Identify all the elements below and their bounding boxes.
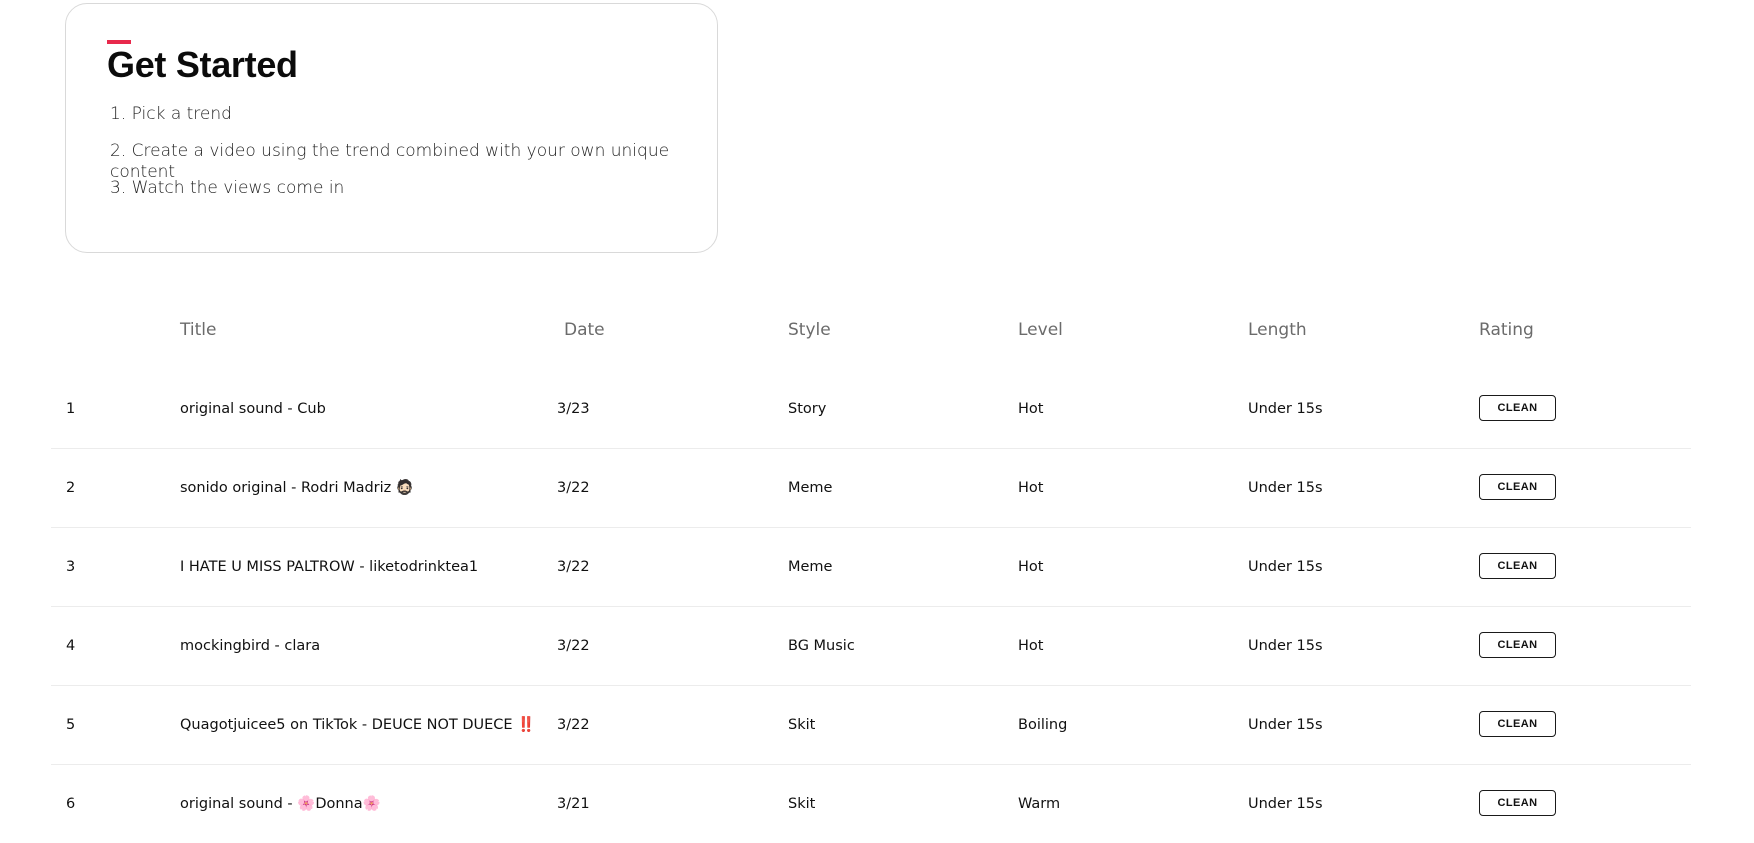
rating-badge[interactable]: CLEAN: [1479, 790, 1556, 816]
row-date: 3/23: [557, 401, 590, 417]
step-3: 3. Watch the views come in: [110, 178, 345, 198]
row-date: 3/22: [557, 559, 590, 575]
row-number: 6: [66, 796, 76, 812]
step-1: 1. Pick a trend: [110, 104, 232, 124]
rating-badge[interactable]: CLEAN: [1479, 553, 1556, 579]
header-level[interactable]: Level: [1018, 320, 1063, 340]
header-rating[interactable]: Rating: [1479, 320, 1534, 340]
row-date: 3/22: [557, 480, 590, 496]
get-started-title: Get Started: [107, 44, 298, 85]
row-level: Hot: [1018, 401, 1044, 417]
row-number: 2: [66, 480, 76, 496]
table-row[interactable]: 1 original sound - Cub 3/23 Story Hot Un…: [51, 370, 1691, 449]
row-level: Hot: [1018, 480, 1044, 496]
table-header: Title Date Style Level Length Rating: [51, 300, 1691, 370]
row-style: Story: [788, 401, 827, 417]
rating-badge[interactable]: CLEAN: [1479, 632, 1556, 658]
row-title[interactable]: original sound - 🌸Donna🌸: [180, 765, 381, 843]
row-date: 3/21: [557, 796, 590, 812]
row-title[interactable]: sonido original - Rodri Madriz 🧔🏻: [180, 449, 414, 527]
rating-badge[interactable]: CLEAN: [1479, 395, 1556, 421]
row-length: Under 15s: [1248, 638, 1323, 654]
row-style: Meme: [788, 559, 833, 575]
row-style: BG Music: [788, 638, 855, 654]
row-title[interactable]: original sound - Cub: [180, 370, 326, 448]
row-style: Skit: [788, 717, 816, 733]
table-row[interactable]: 5 Quagotjuicee5 on TikTok - DEUCE NOT DU…: [51, 686, 1691, 765]
row-number: 1: [66, 401, 76, 417]
header-style[interactable]: Style: [788, 320, 831, 340]
row-level: Warm: [1018, 796, 1061, 812]
row-date: 3/22: [557, 638, 590, 654]
table-row[interactable]: 3 I HATE U MISS PALTROW - liketodrinktea…: [51, 528, 1691, 607]
row-length: Under 15s: [1248, 559, 1323, 575]
row-style: Meme: [788, 480, 833, 496]
row-length: Under 15s: [1248, 401, 1323, 417]
row-level: Hot: [1018, 638, 1044, 654]
get-started-steps: 1. Pick a trend 2. Create a video using …: [110, 104, 717, 215]
get-started-card: Get Started 1. Pick a trend 2. Create a …: [65, 3, 718, 253]
row-title[interactable]: Quagotjuicee5 on TikTok - DEUCE NOT DUEC…: [180, 686, 535, 764]
row-title[interactable]: mockingbird - clara: [180, 607, 320, 685]
table-row[interactable]: 4 mockingbird - clara 3/22 BG Music Hot …: [51, 607, 1691, 686]
rating-badge[interactable]: CLEAN: [1479, 474, 1556, 500]
table-row[interactable]: 6 original sound - 🌸Donna🌸 3/21 Skit War…: [51, 765, 1691, 843]
row-length: Under 15s: [1248, 717, 1323, 733]
row-style: Skit: [788, 796, 816, 812]
row-date: 3/22: [557, 717, 590, 733]
row-length: Under 15s: [1248, 480, 1323, 496]
header-length[interactable]: Length: [1248, 320, 1307, 340]
header-date[interactable]: Date: [564, 320, 605, 340]
row-level: Boiling: [1018, 717, 1068, 733]
row-level: Hot: [1018, 559, 1044, 575]
trends-table: Title Date Style Level Length Rating 1 o…: [51, 300, 1691, 843]
table-row[interactable]: 2 sonido original - Rodri Madriz 🧔🏻 3/22…: [51, 449, 1691, 528]
rating-badge[interactable]: CLEAN: [1479, 711, 1556, 737]
header-title[interactable]: Title: [180, 320, 216, 340]
row-number: 3: [66, 559, 76, 575]
row-title[interactable]: I HATE U MISS PALTROW - liketodrinktea1: [180, 528, 478, 606]
row-number: 5: [66, 717, 76, 733]
step-2: 2. Create a video using the trend combin…: [110, 141, 670, 182]
row-number: 4: [66, 638, 76, 654]
row-length: Under 15s: [1248, 796, 1323, 812]
page: Get Started 1. Pick a trend 2. Create a …: [0, 0, 1754, 843]
